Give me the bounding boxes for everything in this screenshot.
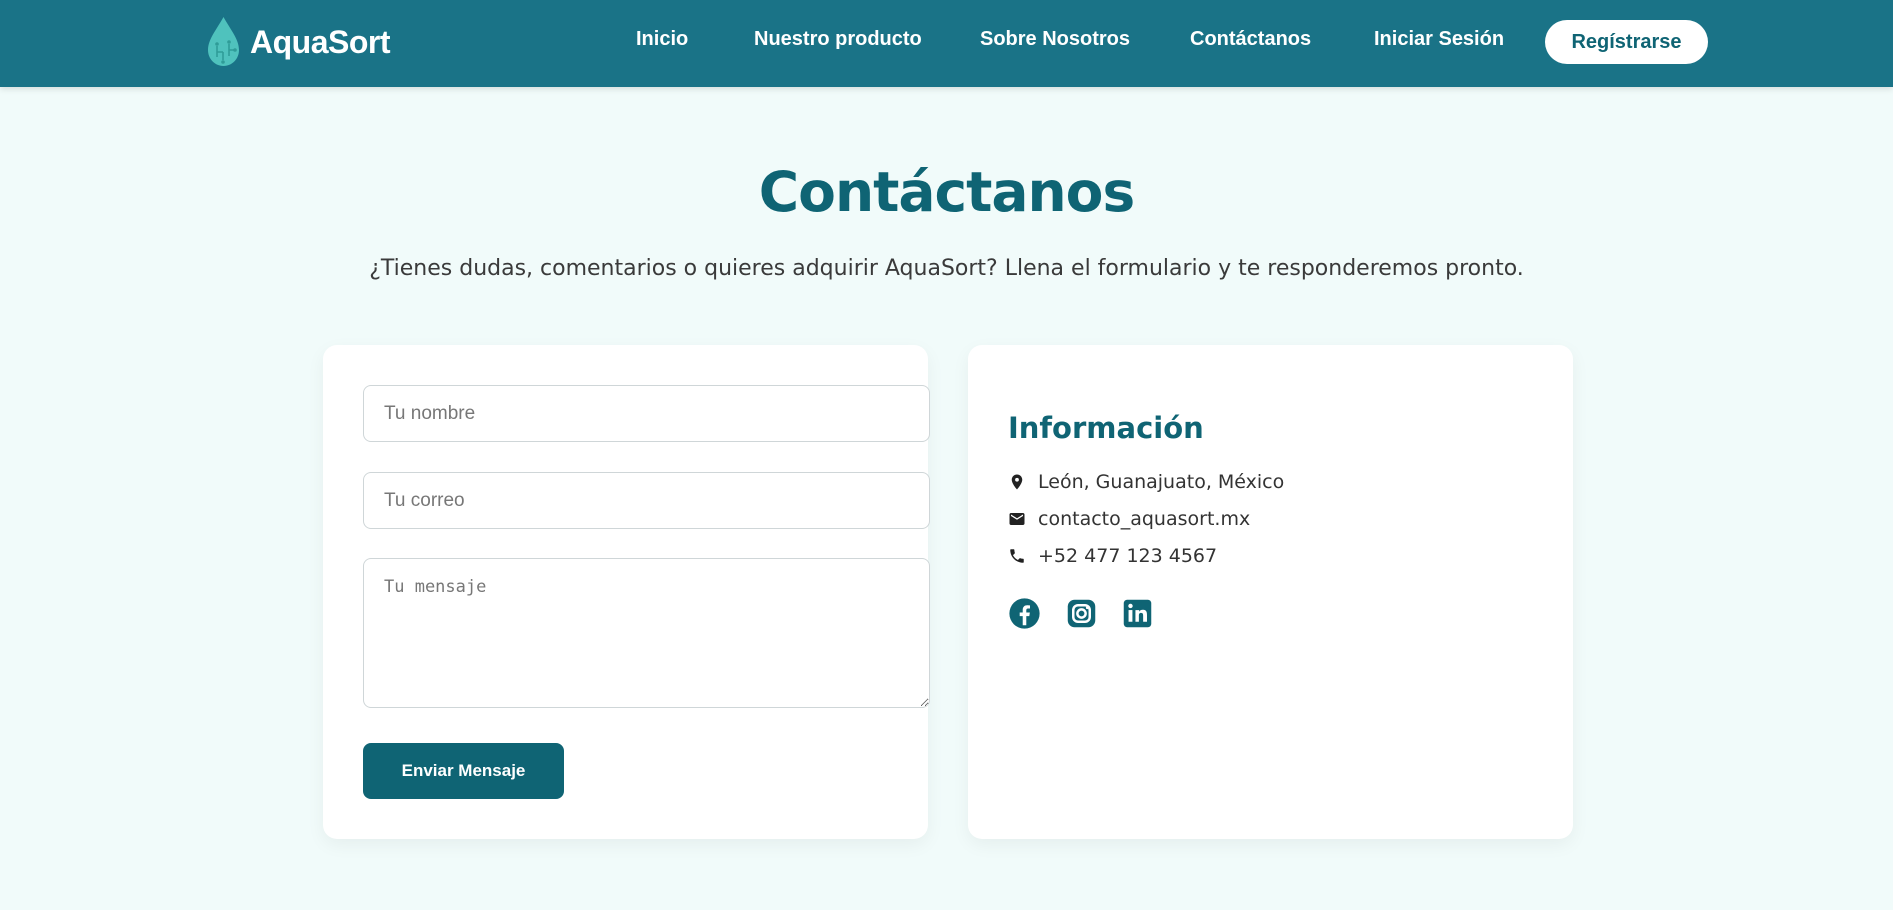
info-card: Información León, Guanajuato, México con… xyxy=(968,345,1573,839)
location-pin-icon xyxy=(1011,474,1023,490)
register-button[interactable]: Regístrarse xyxy=(1545,20,1708,64)
page-title: Contáctanos xyxy=(758,160,1135,224)
logo[interactable]: AquaSort xyxy=(205,16,391,68)
send-message-button[interactable]: Enviar Mensaje xyxy=(363,743,564,799)
nav-sobre-nosotros[interactable]: Sobre Nosotros xyxy=(980,28,1130,51)
mail-icon xyxy=(1009,513,1025,525)
email-field[interactable] xyxy=(363,472,930,529)
nav-inicio[interactable]: Inicio xyxy=(636,28,688,51)
linkedin-icon[interactable] xyxy=(1121,597,1154,630)
nav-iniciar-sesion[interactable]: Iniciar Sesión xyxy=(1374,28,1504,51)
nav-contactanos[interactable]: Contáctanos xyxy=(1190,28,1311,51)
facebook-icon[interactable] xyxy=(1008,597,1041,630)
navbar: AquaSort Inicio Nuestro producto Sobre N… xyxy=(0,0,1893,87)
email-row: contacto_aquasort.mx xyxy=(1008,508,1250,530)
nav-nuestro-producto[interactable]: Nuestro producto xyxy=(754,28,922,51)
phone-row: +52 477 123 4567 xyxy=(1008,545,1217,567)
name-field[interactable] xyxy=(363,385,930,442)
location-text: León, Guanajuato, México xyxy=(1038,471,1285,493)
phone-text[interactable]: +52 477 123 4567 xyxy=(1038,545,1217,567)
contact-form-card: Enviar Mensaje xyxy=(323,345,930,839)
brand-name: AquaSort xyxy=(250,23,391,60)
email-text[interactable]: contacto_aquasort.mx xyxy=(1038,508,1250,530)
info-title: Información xyxy=(1008,411,1204,445)
water-drop-logo-icon xyxy=(208,17,239,66)
instagram-icon[interactable] xyxy=(1065,597,1098,630)
location-row: León, Guanajuato, México xyxy=(1008,471,1284,493)
message-field[interactable] xyxy=(363,558,930,708)
page-subtitle: ¿Tienes dudas, comentarios o quieres adq… xyxy=(369,256,1524,281)
phone-icon xyxy=(1010,549,1024,563)
